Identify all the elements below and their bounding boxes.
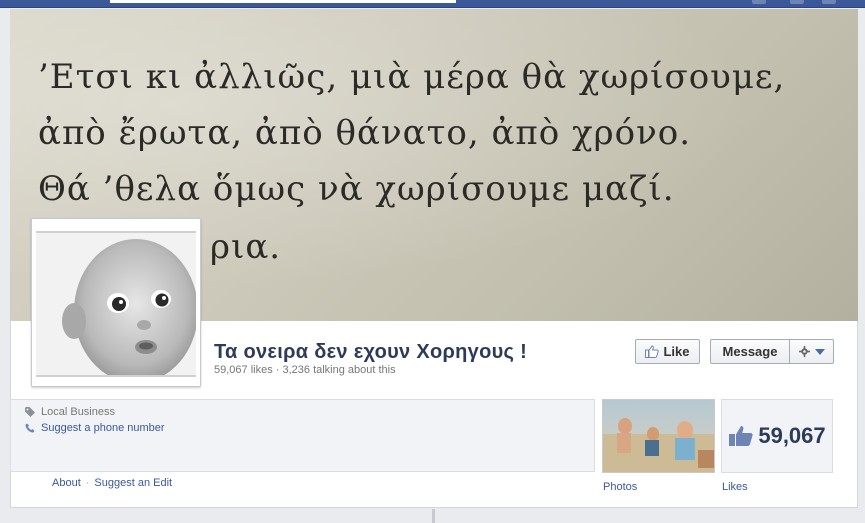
about-links: About · Suggest an Edit: [52, 477, 172, 489]
page-category: Local Business: [25, 406, 115, 418]
suggest-phone-link[interactable]: Suggest a phone number: [25, 422, 165, 434]
thumbs-up-icon: [645, 345, 660, 358]
top-navigation-bar: [0, 0, 865, 8]
message-button-label: Message: [722, 344, 778, 359]
cover-text-line-2: ἀπὸ ἔρωτα, ἀπὸ θάνατο, ἀπὸ χρόνο.: [38, 113, 692, 153]
page-options-button[interactable]: [789, 339, 834, 364]
about-link[interactable]: About: [52, 477, 81, 489]
cover-text-line-1: ’Ετσι κι ἀλλιῶς, μιὰ μέρα θὰ χωρίσουμε,: [38, 57, 786, 97]
profile-picture[interactable]: [31, 218, 201, 387]
gear-icon: [798, 346, 810, 357]
chevron-down-icon: [814, 348, 825, 355]
photos-app-thumbnail[interactable]: [602, 399, 715, 473]
likes-app-label[interactable]: Likes: [722, 481, 748, 493]
suggest-phone-label: Suggest a phone number: [41, 422, 165, 434]
cover-text-line-4: ρια.: [210, 227, 282, 267]
like-button[interactable]: Like: [635, 339, 700, 364]
suggest-edit-link[interactable]: Suggest an Edit: [94, 477, 172, 489]
thumbs-up-icon: [729, 426, 753, 446]
timeline-spine: [432, 509, 435, 523]
likes-count: 59,067: [758, 423, 826, 448]
cover-text-line-3: Θά ’θελα ὅμως νὰ χωρίσουμε μαζί.: [38, 169, 675, 209]
page-title: Τα ονειρα δεν εχουν Χορηγους !: [214, 341, 528, 363]
friend-requests-icon[interactable]: [752, 0, 766, 4]
phone-icon: [25, 423, 35, 433]
like-button-label: Like: [663, 344, 690, 359]
likes-app-box[interactable]: 59,067: [721, 399, 833, 473]
baby-photo: [36, 231, 196, 377]
search-input[interactable]: [110, 0, 456, 3]
messages-icon[interactable]: [790, 0, 804, 4]
notifications-icon[interactable]: [822, 0, 836, 4]
link-separator: ·: [85, 477, 90, 489]
page-category-label: Local Business: [41, 406, 115, 418]
page-stats: 59,067 likes · 3,236 talking about this: [214, 364, 396, 376]
photos-app-label[interactable]: Photos: [603, 481, 637, 493]
tag-icon: [25, 407, 35, 417]
message-button[interactable]: Message: [710, 339, 790, 364]
